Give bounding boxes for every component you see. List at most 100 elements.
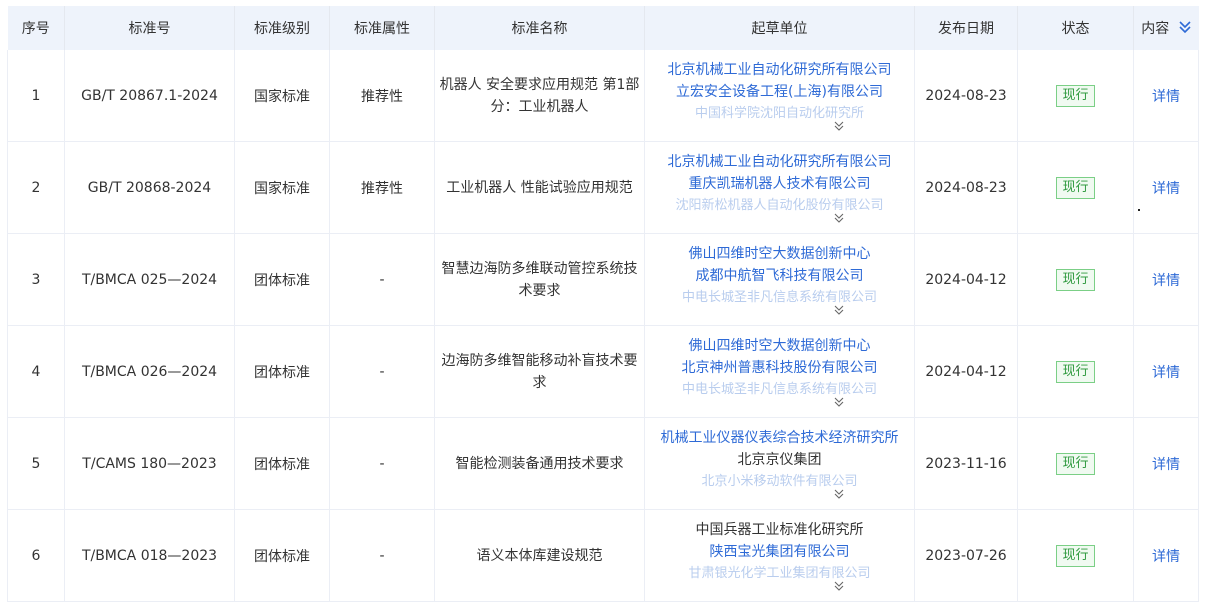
standard-level: 团体标准	[254, 456, 310, 473]
drafter-link-faded[interactable]: 甘肃银光化学工业集团有限公司	[645, 563, 914, 585]
cell-index: 4	[7, 325, 65, 418]
drafter-list: 北京机械工业自动化研究所有限公司 立宏安全设备工程(上海)有限公司 中国科学院沈…	[645, 59, 914, 125]
drafter-link[interactable]: 中国兵器工业标准化研究所	[645, 519, 914, 541]
drafter-link-faded[interactable]: 沈阳新松机器人自动化股份有限公司	[645, 195, 914, 217]
cell-date: 2024-04-12	[914, 233, 1018, 326]
drafter-link-faded[interactable]: 中国科学院沈阳自动化研究所	[645, 103, 914, 125]
table-row: 2 GB/T 20868-2024 国家标准 推荐性 工业机器人 性能试验应用规…	[7, 141, 1199, 234]
drafter-list: 中国兵器工业标准化研究所 陕西宝光集团有限公司 甘肃银光化学工业集团有限公司	[645, 519, 914, 585]
standard-code: T/BMCA 025—2024	[81, 271, 218, 288]
cell-content: 详情	[1133, 509, 1199, 602]
row-index: 3	[31, 271, 41, 288]
status-badge: 现行	[1056, 268, 1095, 291]
status-badge: 现行	[1056, 176, 1095, 199]
detail-link[interactable]: 详情	[1152, 365, 1180, 381]
standard-name: 工业机器人 性能试验应用规范	[446, 179, 633, 196]
cell-level: 团体标准	[234, 509, 330, 602]
status-badge: 现行	[1056, 84, 1095, 107]
cell-content: 详情	[1133, 233, 1199, 326]
double-chevron-down-icon[interactable]	[1179, 20, 1191, 37]
standard-name: 智慧边海防多维联动管控系统技术要求	[441, 260, 638, 299]
standard-attr: 推荐性	[361, 180, 403, 197]
table-header: 序号 标准号 标准级别 标准属性 标准名称 起草单位 发布日期 状态 内容	[7, 6, 1199, 50]
drafter-link[interactable]: 机械工业仪器仪表综合技术经济研究所	[645, 427, 914, 449]
publish-date: 2024-04-12	[925, 363, 1007, 380]
drafter-link[interactable]: 立宏安全设备工程(上海)有限公司	[645, 81, 914, 103]
col-label: 标准名称	[511, 21, 568, 37]
standard-attr: -	[379, 547, 385, 564]
cell-drafters: 机械工业仪器仪表综合技术经济研究所 北京京仪集团 北京小米移动软件有限公司	[644, 417, 915, 510]
drafter-link[interactable]: 北京京仪集团	[645, 449, 914, 471]
stray-dot	[1138, 209, 1140, 211]
drafter-link[interactable]: 佛山四维时空大数据创新中心	[645, 335, 914, 357]
table-row: 3 T/BMCA 025—2024 团体标准 - 智慧边海防多维联动管控系统技术…	[7, 233, 1199, 326]
col-header-name: 标准名称	[434, 6, 645, 50]
standard-level: 国家标准	[254, 88, 310, 105]
drafter-link[interactable]: 北京神州普惠科技股份有限公司	[645, 357, 914, 379]
detail-link[interactable]: 详情	[1152, 457, 1180, 473]
detail-link[interactable]: 详情	[1152, 273, 1180, 289]
standards-table: 序号 标准号 标准级别 标准属性 标准名称 起草单位 发布日期 状态 内容 1 …	[7, 6, 1199, 602]
cell-date: 2023-11-16	[914, 417, 1018, 510]
cell-code: T/BMCA 018—2023	[64, 509, 235, 602]
standard-name: 边海防多维智能移动补盲技术要求	[441, 352, 638, 391]
cell-code: T/BMCA 025—2024	[64, 233, 235, 326]
publish-date: 2024-04-12	[925, 271, 1007, 288]
drafter-link[interactable]: 佛山四维时空大数据创新中心	[645, 243, 914, 265]
cell-level: 国家标准	[234, 50, 330, 142]
standard-level: 团体标准	[254, 272, 310, 289]
drafter-link[interactable]: 陕西宝光集团有限公司	[645, 541, 914, 563]
col-label: 标准属性	[354, 21, 410, 37]
col-label: 状态	[1061, 21, 1090, 37]
col-label: 内容	[1141, 21, 1170, 37]
standard-attr: -	[379, 455, 385, 472]
standard-name: 智能检测装备通用技术要求	[455, 455, 624, 472]
cell-attr: 推荐性	[329, 141, 435, 234]
col-header-drafters: 起草单位	[644, 6, 915, 50]
cell-status: 现行	[1017, 325, 1134, 418]
drafter-link[interactable]: 成都中航智飞科技有限公司	[645, 265, 914, 287]
detail-link[interactable]: 详情	[1152, 181, 1180, 197]
drafter-link[interactable]: 北京机械工业自动化研究所有限公司	[645, 59, 914, 81]
cell-drafters: 佛山四维时空大数据创新中心 北京神州普惠科技股份有限公司 中电长城圣非凡信息系统…	[644, 325, 915, 418]
drafter-list: 北京机械工业自动化研究所有限公司 重庆凯瑞机器人技术有限公司 沈阳新松机器人自动…	[645, 151, 914, 217]
table-row: 1 GB/T 20867.1-2024 国家标准 推荐性 机器人 安全要求应用规…	[7, 50, 1199, 142]
detail-link[interactable]: 详情	[1152, 549, 1180, 565]
standard-level: 国家标准	[254, 180, 310, 197]
standard-level: 团体标准	[254, 548, 310, 565]
cell-attr: -	[329, 509, 435, 602]
table-row: 6 T/BMCA 018—2023 团体标准 - 语义本体库建设规范 中国兵器工…	[7, 509, 1199, 602]
detail-link[interactable]: 详情	[1152, 89, 1180, 105]
drafter-link-faded[interactable]: 中电长城圣非凡信息系统有限公司	[645, 287, 914, 309]
cell-content: 详情	[1133, 417, 1199, 510]
standard-code: T/BMCA 018—2023	[81, 547, 218, 564]
drafter-list: 佛山四维时空大数据创新中心 北京神州普惠科技股份有限公司 中电长城圣非凡信息系统…	[645, 335, 914, 401]
cell-status: 现行	[1017, 50, 1134, 142]
cell-code: GB/T 20868-2024	[64, 141, 235, 234]
col-header-index: 序号	[7, 6, 65, 50]
cell-level: 团体标准	[234, 325, 330, 418]
standard-name: 机器人 安全要求应用规范 第1部分：工业机器人	[439, 76, 640, 115]
row-index: 1	[31, 87, 41, 104]
col-header-status: 状态	[1017, 6, 1134, 50]
cell-attr: -	[329, 233, 435, 326]
cell-drafters: 佛山四维时空大数据创新中心 成都中航智飞科技有限公司 中电长城圣非凡信息系统有限…	[644, 233, 915, 326]
cell-name: 工业机器人 性能试验应用规范	[434, 141, 645, 234]
drafter-link[interactable]: 北京机械工业自动化研究所有限公司	[645, 151, 914, 173]
cell-status: 现行	[1017, 509, 1134, 602]
status-badge: 现行	[1056, 544, 1095, 567]
cell-level: 团体标准	[234, 233, 330, 326]
col-label: 标准级别	[254, 21, 310, 37]
drafter-link-faded[interactable]: 北京小米移动软件有限公司	[645, 471, 914, 493]
cell-date: 2023-07-26	[914, 509, 1018, 602]
drafter-link[interactable]: 重庆凯瑞机器人技术有限公司	[645, 173, 914, 195]
standard-code: GB/T 20868-2024	[87, 179, 212, 196]
col-header-content: 内容	[1133, 6, 1199, 50]
drafter-link-faded[interactable]: 中电长城圣非凡信息系统有限公司	[645, 379, 914, 401]
standard-attr: -	[379, 363, 385, 380]
publish-date: 2024-08-23	[925, 179, 1007, 196]
cell-status: 现行	[1017, 233, 1134, 326]
standard-code: T/BMCA 026—2024	[81, 363, 218, 380]
drafter-list: 佛山四维时空大数据创新中心 成都中航智飞科技有限公司 中电长城圣非凡信息系统有限…	[645, 243, 914, 309]
row-index: 6	[31, 547, 41, 564]
